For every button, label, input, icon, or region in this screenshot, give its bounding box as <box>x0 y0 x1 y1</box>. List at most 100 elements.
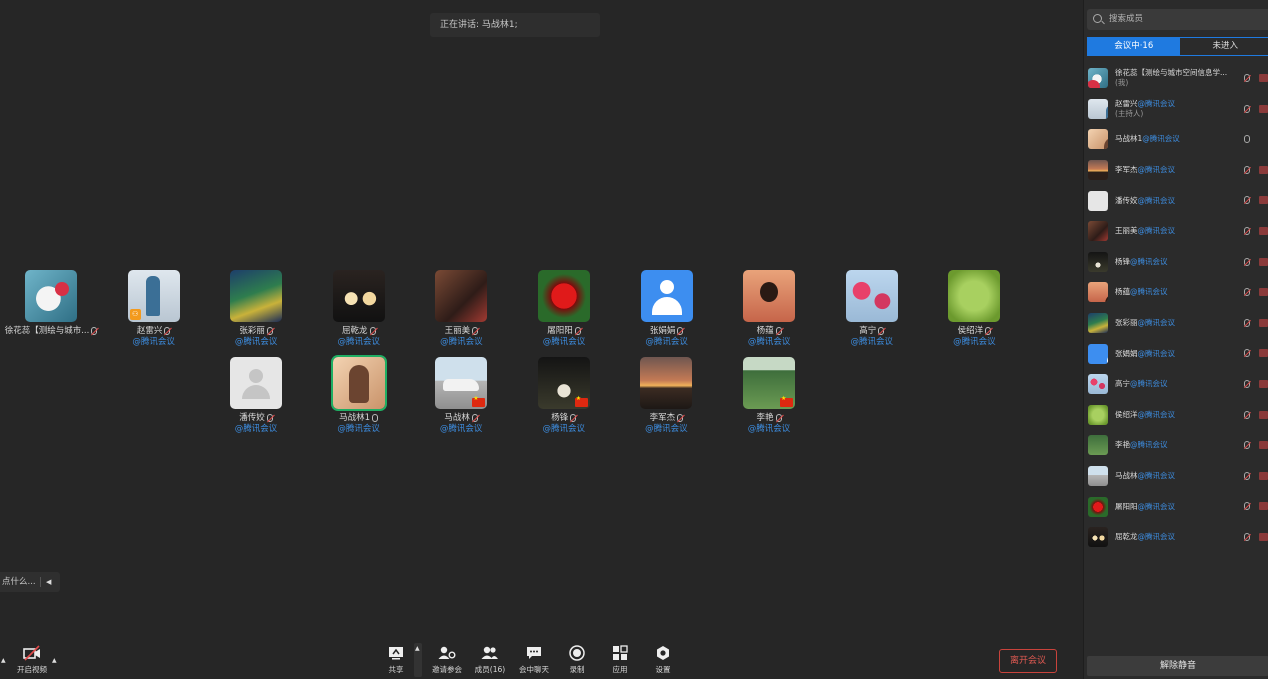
participant-tile[interactable]: 屈乾龙 @腾讯会议 <box>309 270 409 348</box>
participant-tile[interactable]: 杨锋@腾讯会议 <box>514 357 614 435</box>
participant-tile[interactable]: 屠阳阳 @腾讯会议 <box>514 270 614 348</box>
settings-button[interactable]: 设置 <box>641 645 685 675</box>
mic-muted-icon[interactable] <box>1244 74 1250 82</box>
tab-not-joined[interactable]: 未进入 <box>1180 38 1268 55</box>
camera-off-icon[interactable] <box>1259 410 1268 419</box>
member-list-item[interactable]: 潘传姣@腾讯会议 <box>1084 185 1268 216</box>
camera-off-icon[interactable] <box>1259 318 1268 327</box>
camera-off-icon[interactable] <box>1259 532 1268 541</box>
participant-tile[interactable]: 马战林@腾讯会议 <box>411 357 511 435</box>
audio-options-caret-icon[interactable]: ▲ <box>1 657 6 664</box>
member-list-item[interactable]: 屈乾龙@腾讯会议 <box>1084 522 1268 553</box>
camera-off-icon[interactable] <box>1259 165 1268 174</box>
apps-button[interactable]: 应用 <box>598 645 642 675</box>
member-list-item[interactable]: 王丽美@腾讯会议 <box>1084 216 1268 247</box>
member-list-item[interactable]: 马战林1@腾讯会议 <box>1084 124 1268 155</box>
participant-tile[interactable]: 李艳@腾讯会议 <box>719 357 819 435</box>
member-list-item[interactable]: 屠阳阳@腾讯会议 <box>1084 491 1268 522</box>
camera-off-icon[interactable] <box>1259 471 1268 480</box>
camera-off-icon[interactable] <box>1259 104 1268 113</box>
share-options-toggle[interactable]: ▲ <box>414 643 422 677</box>
member-list-item[interactable]: 马战林@腾讯会议 <box>1084 461 1268 492</box>
camera-off-icon[interactable] <box>1259 288 1268 297</box>
invite-button[interactable]: 邀请参会 <box>425 645 469 675</box>
avatar <box>537 357 590 409</box>
tab-in-meeting[interactable]: 会议中·16 <box>1088 38 1180 55</box>
member-name: 徐花蕊【测绘与城市空间信息学... (我) <box>1115 68 1227 88</box>
chat-quick-input[interactable]: 点什么... ◀ <box>0 572 60 592</box>
member-avatar <box>1088 282 1108 303</box>
mic-muted-icon[interactable] <box>1244 349 1250 358</box>
camera-off-icon[interactable] <box>1259 226 1268 235</box>
participant-tile[interactable]: 王丽美 @腾讯会议 <box>411 270 511 348</box>
participant-tile[interactable]: 侯绍洋 @腾讯会议 <box>924 270 1024 348</box>
camera-off-icon[interactable] <box>1259 349 1268 358</box>
collapse-arrow-icon[interactable]: ◀ <box>46 572 51 592</box>
participant-tile[interactable]: 徐花蕊【测绘与城市... <box>1 270 101 337</box>
mic-muted-icon[interactable] <box>1244 532 1250 541</box>
participant-org: @腾讯会议 <box>850 337 894 347</box>
member-list-item[interactable]: 高宁@腾讯会议 <box>1084 369 1268 400</box>
mic-muted-icon[interactable] <box>1244 165 1250 174</box>
mic-muted-icon[interactable] <box>1244 288 1250 297</box>
member-list-item[interactable]: 李艳@腾讯会议 <box>1084 430 1268 461</box>
mic-muted-icon[interactable] <box>1244 104 1250 113</box>
member-list-item[interactable]: 李军杰@腾讯会议 <box>1084 155 1268 186</box>
member-list-item[interactable]: 徐花蕊【测绘与城市空间信息学... (我) <box>1084 63 1268 94</box>
member-search-input[interactable]: 搜索成员 <box>1087 9 1268 30</box>
camera-off-icon[interactable] <box>1259 196 1268 205</box>
mic-muted-icon[interactable] <box>1244 379 1250 388</box>
participant-name-text: 侯绍洋 <box>957 326 984 336</box>
participant-tile[interactable]: 马战林1 @腾讯会议 <box>309 357 409 435</box>
camera-off-icon[interactable] <box>1259 257 1268 266</box>
video-options-caret-icon[interactable]: ▲ <box>52 657 57 664</box>
participant-tile[interactable]: 张娟娟 @腾讯会议 <box>617 270 717 348</box>
participant-tile[interactable]: 李军杰 @腾讯会议 <box>616 357 716 435</box>
member-list-item[interactable]: 张彩丽@腾讯会议 <box>1084 308 1268 339</box>
start-video-button[interactable]: 开启视频 <box>10 645 54 675</box>
mic-muted-icon[interactable] <box>1244 257 1250 266</box>
leave-meeting-button[interactable]: 离开会议 <box>999 649 1057 673</box>
participant-name-text: 张娟娟 <box>649 326 676 336</box>
chat-button[interactable]: 会中聊天 <box>512 645 556 675</box>
participant-tile[interactable]: 潘传姣 @腾讯会议 <box>206 357 306 435</box>
mic-muted-icon[interactable] <box>1244 502 1250 511</box>
camera-off-icon[interactable] <box>1259 379 1268 388</box>
participant-name-text: 潘传姣 <box>239 413 265 423</box>
member-name-text: 张彩丽 <box>1115 318 1138 328</box>
member-list-item[interactable]: 杨锋@腾讯会议 <box>1084 247 1268 278</box>
camera-off-icon[interactable] <box>1259 502 1268 511</box>
participant-name: 李艳 <box>719 413 819 424</box>
member-org: @腾讯会议 <box>1137 501 1176 511</box>
participant-name: 屠阳阳 <box>514 326 614 337</box>
share-button[interactable]: 共享 <box>374 645 418 675</box>
member-list-item[interactable]: 杨蕴@腾讯会议 <box>1084 277 1268 308</box>
mic-icon[interactable] <box>1244 135 1250 144</box>
member-avatar <box>1088 466 1108 487</box>
member-name-text: 侯绍洋 <box>1115 409 1138 419</box>
camera-off-icon[interactable] <box>1259 441 1268 450</box>
participant-tile[interactable]: 高宁 @腾讯会议 <box>822 270 922 348</box>
member-name: 杨锋@腾讯会议 <box>1115 257 1168 267</box>
member-list: 徐花蕊【测绘与城市空间信息学... (我) 赵雷兴@腾讯会议 (主持人) 马战林1@腾讯… <box>1084 63 1268 553</box>
record-button[interactable]: 录制 <box>555 645 599 675</box>
member-list-item[interactable]: 赵雷兴@腾讯会议 (主持人) <box>1084 94 1268 125</box>
mic-muted-icon[interactable] <box>1244 471 1250 480</box>
participant-name: 屈乾龙 <box>309 326 409 337</box>
members-button[interactable]: 成员(16) <box>468 645 512 675</box>
mic-muted-icon[interactable] <box>1244 196 1250 205</box>
participant-tile[interactable]: 杨蕴 @腾讯会议 <box>719 270 819 348</box>
mic-muted-icon[interactable] <box>1244 441 1250 450</box>
participant-tile[interactable]: 张彩丽 @腾讯会议 <box>206 270 306 348</box>
participant-name-text: 屈乾龙 <box>342 326 368 336</box>
mic-muted-icon[interactable] <box>1244 318 1250 327</box>
mic-muted-icon[interactable] <box>1244 410 1250 419</box>
unmute-all-button[interactable]: 解除静音 <box>1087 656 1268 676</box>
member-org: @腾讯会议 <box>1130 440 1168 450</box>
member-list-item[interactable]: 张娟娟@腾讯会议 <box>1084 338 1268 369</box>
camera-off-icon[interactable] <box>1259 74 1268 82</box>
member-list-item[interactable]: 侯绍洋@腾讯会议 <box>1084 400 1268 431</box>
member-name: 赵雷兴@腾讯会议 (主持人) <box>1115 99 1175 119</box>
participant-tile[interactable]: ⚇ 赵雷兴 @腾讯会议 <box>104 270 204 348</box>
mic-muted-icon[interactable] <box>1244 226 1250 235</box>
